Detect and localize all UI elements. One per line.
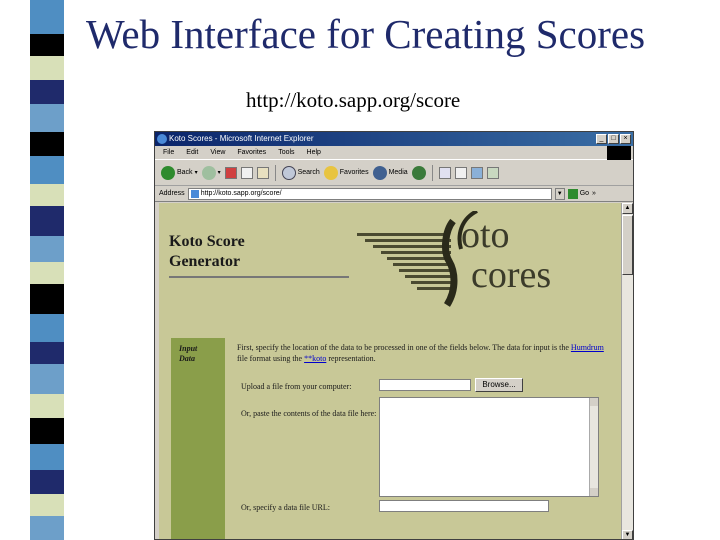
home-icon[interactable] xyxy=(256,166,269,179)
go-button[interactable]: Go xyxy=(567,188,589,199)
refresh-icon[interactable] xyxy=(240,166,253,179)
menu-view[interactable]: View xyxy=(210,146,225,159)
address-value: http://koto.sapp.org/score/ xyxy=(200,189,282,197)
address-input[interactable]: http://koto.sapp.org/score/ xyxy=(187,187,552,200)
windows-logo-icon xyxy=(607,146,631,160)
upload-file-input[interactable] xyxy=(379,379,471,391)
menu-favorites[interactable]: Favorites xyxy=(237,146,266,159)
search-button[interactable]: Search xyxy=(281,165,320,180)
stop-icon[interactable] xyxy=(224,166,237,179)
menu-tools[interactable]: Tools xyxy=(278,146,294,159)
print-icon[interactable] xyxy=(454,166,467,179)
address-label: Address xyxy=(159,190,185,197)
browse-button[interactable]: Browse... xyxy=(475,378,523,392)
close-button[interactable]: × xyxy=(620,134,631,144)
links-chevron[interactable]: » xyxy=(592,190,596,197)
data-url-input[interactable] xyxy=(379,500,549,512)
input-data-label: Input Data xyxy=(179,344,198,363)
title-underline xyxy=(169,276,349,278)
media-button[interactable]: Media xyxy=(372,165,408,180)
slide-title: Web Interface for Creating Scores xyxy=(86,11,646,57)
generator-title: Koto Score Generator xyxy=(169,233,245,270)
scroll-thumb[interactable] xyxy=(622,215,633,275)
back-arrow-icon xyxy=(161,165,175,180)
input-data-section: Input Data xyxy=(171,338,225,539)
slide-url: http://koto.sapp.org/score xyxy=(246,88,461,112)
url-label: Or, specify a data file URL: xyxy=(241,503,330,512)
maximize-button[interactable]: □ xyxy=(608,134,619,144)
ie-icon xyxy=(157,134,167,144)
window-titlebar: Koto Scores - Microsoft Internet Explore… xyxy=(155,132,633,146)
koto-link[interactable]: **koto xyxy=(304,354,326,363)
address-dropdown-icon[interactable]: ▼ xyxy=(554,187,565,200)
menu-edit[interactable]: Edit xyxy=(186,146,198,159)
go-arrow-icon xyxy=(567,188,578,199)
scroll-down-icon[interactable]: ▼ xyxy=(622,530,633,539)
forward-arrow-icon xyxy=(201,165,216,180)
history-icon[interactable] xyxy=(411,165,426,180)
forward-button[interactable]: ▾ xyxy=(201,165,221,180)
mail-icon[interactable] xyxy=(438,166,451,179)
decorative-color-strip xyxy=(30,0,64,540)
edit-icon[interactable] xyxy=(470,166,483,179)
scroll-up-icon[interactable]: ▲ xyxy=(622,203,633,214)
textarea-scrollbar[interactable] xyxy=(589,398,598,496)
page-content: Koto Score Generator oto cores Input Dat… xyxy=(159,203,622,539)
search-icon xyxy=(281,165,296,180)
paste-data-textarea[interactable] xyxy=(379,397,599,497)
page-scrollbar[interactable]: ▲ ▼ xyxy=(621,203,633,539)
minimize-button[interactable]: _ xyxy=(596,134,607,144)
upload-label: Upload a file from your computer: xyxy=(241,382,352,391)
address-bar: Address http://koto.sapp.org/score/ ▼ Go… xyxy=(155,186,633,202)
toolbar: Back ▾ ▾ Search Favorites Media xyxy=(155,160,633,186)
favorites-button[interactable]: Favorites xyxy=(323,165,369,180)
menu-file[interactable]: File xyxy=(163,146,174,159)
paste-label: Or, paste the contents of the data file … xyxy=(241,409,377,418)
logo-text-cores: cores xyxy=(471,254,552,296)
messenger-icon[interactable] xyxy=(486,166,499,179)
menu-help[interactable]: Help xyxy=(307,146,321,159)
menu-bar: File Edit View Favorites Tools Help xyxy=(155,146,633,160)
logo-text-oto: oto xyxy=(461,214,510,256)
back-button[interactable]: Back ▾ xyxy=(161,165,198,180)
humdrum-link[interactable]: Humdrum xyxy=(571,343,604,352)
window-title: Koto Scores - Microsoft Internet Explore… xyxy=(169,134,314,143)
browser-window: Koto Scores - Microsoft Internet Explore… xyxy=(154,131,634,540)
intro-text: First, specify the location of the data … xyxy=(237,343,604,363)
media-icon xyxy=(372,165,387,180)
page-icon xyxy=(190,189,199,198)
favorites-star-icon xyxy=(323,165,338,180)
